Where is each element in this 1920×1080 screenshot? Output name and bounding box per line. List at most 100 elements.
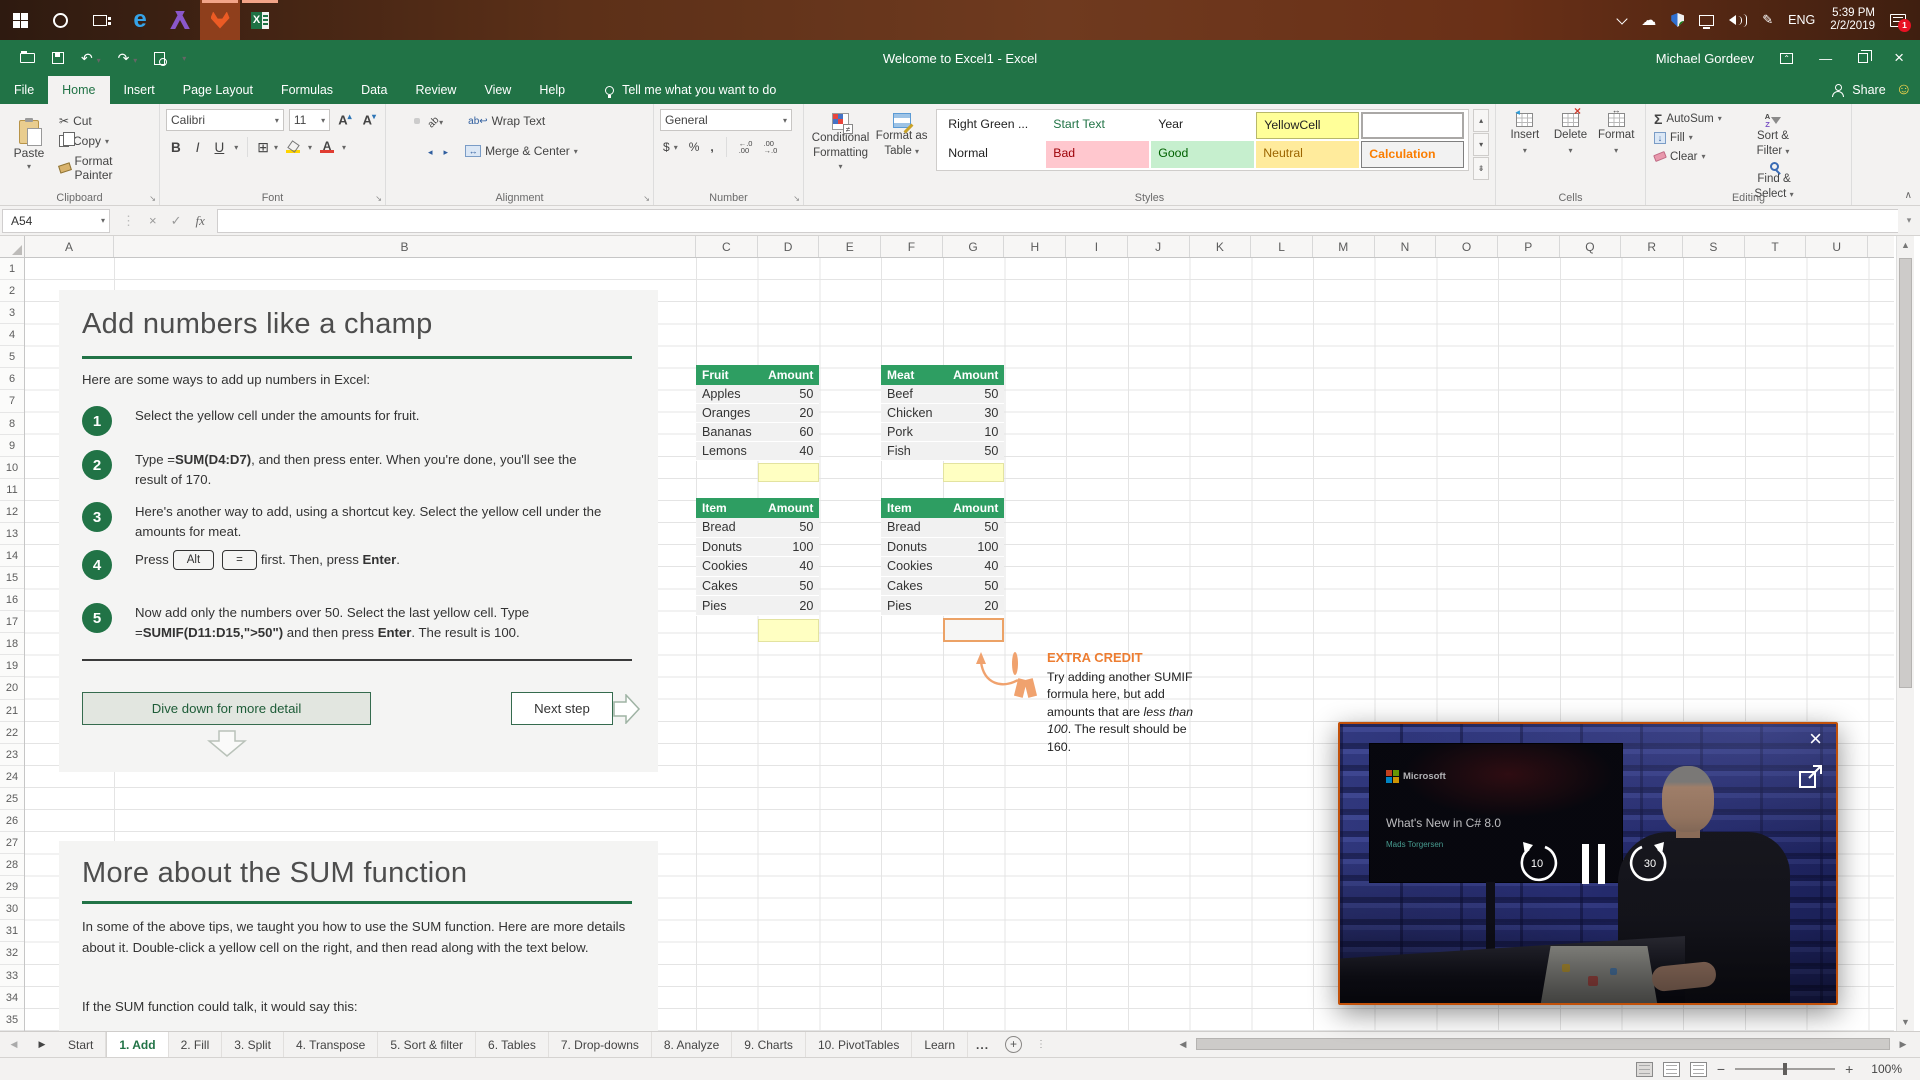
sheet-tab[interactable]: 4. Transpose <box>284 1032 378 1057</box>
scroll-down-icon[interactable]: ▼ <box>1897 1013 1914 1031</box>
expand-formula-bar-icon[interactable]: ▾ <box>1898 215 1920 226</box>
row-header[interactable]: 7 <box>0 390 24 412</box>
font-family-select[interactable]: Calibri▾ <box>166 109 284 131</box>
cell-style[interactable]: Normal <box>941 141 1044 168</box>
row-header[interactable]: 32 <box>0 942 24 964</box>
save-icon[interactable] <box>52 52 64 64</box>
ribbon-display-options-icon[interactable]: ⌃ <box>1780 53 1793 64</box>
cell-style[interactable]: Calculation <box>1361 141 1464 168</box>
undo-icon[interactable]: ↶ ▾ <box>81 50 101 67</box>
column-header[interactable]: D <box>758 236 820 257</box>
dive-down-button[interactable]: Dive down for more detail <box>82 692 371 725</box>
underline-button[interactable]: U <box>210 140 230 155</box>
feedback-smiley-icon[interactable]: ☺ <box>1896 81 1912 99</box>
row-header[interactable]: 21 <box>0 700 24 722</box>
ribbon-tab[interactable]: Formulas <box>267 76 347 104</box>
row-header[interactable]: 20 <box>0 677 24 699</box>
zoom-level[interactable]: 100% <box>1871 1062 1902 1076</box>
tell-me-box[interactable]: Tell me what you want to do <box>605 76 776 104</box>
start-button[interactable] <box>0 0 40 40</box>
close-video-icon[interactable]: × <box>1809 726 1822 752</box>
task-view-button[interactable] <box>80 0 120 40</box>
row-header[interactable]: 28 <box>0 854 24 876</box>
cut-button[interactable]: ✂Cut <box>56 113 153 129</box>
column-header[interactable]: E <box>819 236 881 257</box>
format-as-table-button[interactable]: Format asTable ▾ <box>871 109 932 158</box>
search-button[interactable] <box>40 0 80 40</box>
table-row[interactable]: Pork10 <box>881 423 1004 442</box>
bottom-align-button[interactable] <box>414 118 420 124</box>
paste-button[interactable]: Paste▾ <box>6 109 52 181</box>
sheet-tab[interactable]: 9. Charts <box>732 1032 806 1057</box>
network-icon[interactable] <box>1699 15 1714 26</box>
clock[interactable]: 5:39 PM2/2/2019 <box>1830 7 1875 33</box>
tab-splitter[interactable]: ⋮ <box>1036 1039 1046 1050</box>
zoom-in-icon[interactable]: + <box>1845 1061 1853 1077</box>
middle-align-button[interactable] <box>403 118 409 124</box>
language-indicator[interactable]: ENG <box>1788 13 1815 27</box>
table-row[interactable]: Bread50 <box>696 518 819 538</box>
pause-button[interactable] <box>1582 844 1589 884</box>
ribbon-tab[interactable]: Help <box>525 76 579 104</box>
visual-studio-button[interactable] <box>160 0 200 40</box>
meat-sum-cell[interactable] <box>943 463 1005 482</box>
ribbon-tab[interactable]: Data <box>347 76 401 104</box>
pop-out-icon[interactable] <box>1798 764 1824 790</box>
cell-style[interactable]: Start Text <box>1046 112 1149 139</box>
column-header[interactable]: J <box>1128 236 1190 257</box>
table-row[interactable]: Bread50 <box>881 518 1004 538</box>
column-header[interactable]: M <box>1313 236 1375 257</box>
row-header[interactable]: 30 <box>0 898 24 920</box>
fox-app-button[interactable] <box>200 0 240 40</box>
format-painter-button[interactable]: Format Painter <box>56 153 153 183</box>
column-header[interactable]: S <box>1683 236 1745 257</box>
scroll-left-icon[interactable]: ◀ <box>1174 1039 1192 1050</box>
cell-style[interactable]: Year <box>1151 112 1254 139</box>
borders-button[interactable]: ⊞ <box>257 139 269 156</box>
item-sumif-cell[interactable] <box>758 619 820 642</box>
row-header[interactable]: 15 <box>0 567 24 589</box>
edge-button[interactable]: e <box>120 0 160 40</box>
column-header[interactable]: P <box>1498 236 1560 257</box>
clear-button[interactable]: Clear▾ <box>1652 147 1748 166</box>
row-header[interactable]: 14 <box>0 545 24 567</box>
row-header[interactable]: 29 <box>0 876 24 898</box>
sheet-tab[interactable]: 2. Fill <box>169 1032 223 1057</box>
dialog-launcher-icon[interactable]: ↘ <box>149 194 156 203</box>
row-header[interactable]: 6 <box>0 368 24 390</box>
font-size-select[interactable]: 11▾ <box>289 109 330 131</box>
cell-style[interactable]: YellowCell <box>1256 112 1359 139</box>
table-row[interactable]: Cakes50 <box>696 577 819 597</box>
excel-taskbar-button[interactable]: X <box>240 0 280 40</box>
minimize-button[interactable]: — <box>1819 51 1832 66</box>
ribbon-tab[interactable]: File <box>0 76 48 104</box>
restore-button[interactable] <box>1858 53 1868 63</box>
zoom-slider[interactable] <box>1735 1068 1835 1070</box>
column-header[interactable]: H <box>1004 236 1066 257</box>
page-break-view-icon[interactable] <box>1690 1062 1707 1077</box>
scroll-right-icon[interactable]: ▶ <box>1894 1039 1912 1050</box>
row-header[interactable]: 17 <box>0 611 24 633</box>
rewind-10-button[interactable]: 10 <box>1515 842 1559 886</box>
customize-qat-icon[interactable]: ▾ <box>182 54 186 63</box>
row-header[interactable]: 13 <box>0 523 24 545</box>
row-header[interactable]: 19 <box>0 655 24 677</box>
account-name[interactable]: Michael Gordeev <box>1656 51 1754 66</box>
shrink-font-button[interactable]: A▾ <box>360 112 379 127</box>
bold-button[interactable]: B <box>166 140 186 155</box>
dialog-launcher-icon[interactable]: ↘ <box>375 194 382 203</box>
column-header[interactable]: N <box>1375 236 1437 257</box>
format-cells-button[interactable]: Format▾ <box>1593 109 1639 189</box>
row-header[interactable]: 10 <box>0 457 24 479</box>
fill-button[interactable]: ↓Fill▾ <box>1652 128 1748 147</box>
table-row[interactable]: Donuts100 <box>696 538 819 558</box>
select-all-corner[interactable] <box>0 236 25 257</box>
table-row[interactable]: Apples50 <box>696 385 819 404</box>
table-row[interactable]: Beef50 <box>881 385 1004 404</box>
align-right-button[interactable] <box>414 148 420 154</box>
row-header[interactable]: 26 <box>0 810 24 832</box>
cell-style[interactable] <box>1361 112 1464 139</box>
new-sheet-icon[interactable]: + <box>1005 1036 1022 1053</box>
row-header[interactable]: 5 <box>0 346 24 368</box>
row-header[interactable]: 27 <box>0 832 24 854</box>
